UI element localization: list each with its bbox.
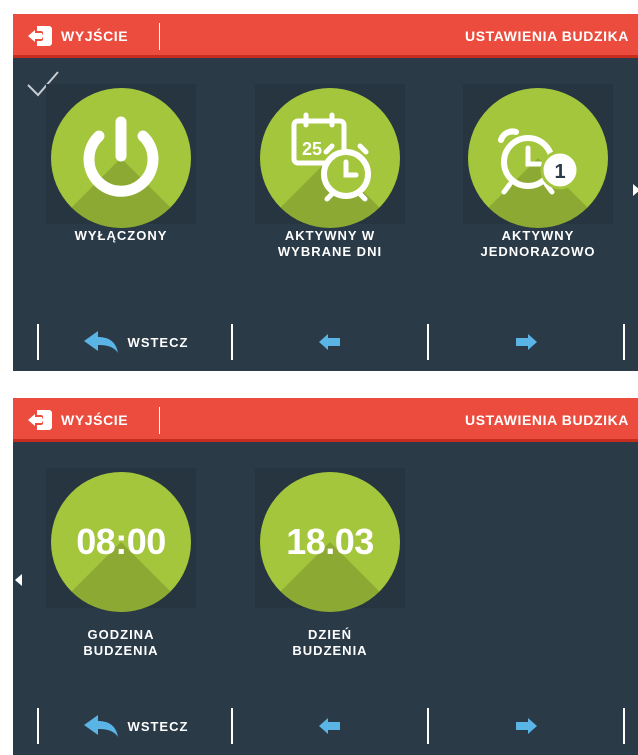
page-title: USTAWIENIA BUDZIKA — [464, 412, 629, 428]
option-tile-selected-days: 25 — [255, 84, 405, 228]
arrow-left-icon — [319, 334, 340, 350]
option-label-once: AKTYWNY JEDNORAZOWO — [480, 228, 596, 259]
back-label: WSTECZ — [127, 718, 189, 734]
alarm-settings-panel-page-2: WYJŚCIE USTAWIENIA BUDZIKA 08:00 GODZINA… — [13, 398, 638, 755]
exit-label: WYJŚCIE — [61, 28, 129, 44]
header-bar: WYJŚCIE USTAWIENIA BUDZIKA — [13, 398, 638, 442]
exit-button[interactable]: WYJŚCIE — [27, 398, 128, 442]
alarm-off-button[interactable] — [51, 88, 191, 228]
page-title: USTAWIENIA BUDZIKA — [464, 28, 629, 44]
footer-divider — [37, 708, 39, 744]
next-button[interactable] — [429, 324, 623, 360]
next-button[interactable] — [429, 708, 623, 744]
calendar-day: 25 — [302, 139, 322, 159]
exit-icon — [28, 410, 52, 430]
once-badge: 1 — [554, 161, 565, 183]
option-tile-wake-time: 08:00 — [46, 468, 196, 612]
back-button[interactable]: WSTECZ — [40, 708, 230, 744]
option-tile-once: 1 — [463, 84, 613, 228]
alarm-settings-panel-page-1: WYJŚCIE USTAWIENIA BUDZIKA WYŁĄCZONY 25 … — [13, 14, 638, 371]
calendar-alarm-icon: 25 — [291, 112, 371, 202]
footer-divider — [623, 708, 625, 744]
arrow-right-icon — [516, 718, 537, 734]
option-label-selected-days: AKTYWNY W WYBRANE DNI — [277, 228, 383, 259]
option-tile-off — [46, 84, 196, 228]
alarm-once-icon: 1 — [498, 128, 580, 195]
exit-icon — [28, 26, 52, 46]
wake-time-button[interactable]: 08:00 — [51, 472, 191, 612]
footer-divider — [37, 324, 39, 360]
back-arrow-icon — [83, 715, 118, 737]
power-icon — [83, 116, 159, 197]
option-label-wake-day: DZIEŃ BUDZENIA — [292, 627, 368, 658]
exit-button[interactable]: WYJŚCIE — [27, 14, 128, 58]
back-label: WSTECZ — [127, 334, 189, 350]
alarm-once-button[interactable]: 1 — [468, 88, 608, 228]
previous-button[interactable] — [233, 324, 427, 360]
arrow-left-icon — [319, 718, 340, 734]
exit-label: WYJŚCIE — [61, 412, 129, 428]
back-arrow-icon — [83, 331, 118, 353]
option-label-off: WYŁĄCZONY — [74, 228, 168, 243]
wake-time-value: 08:00 — [76, 521, 166, 562]
footer-divider — [623, 324, 625, 360]
scroll-left-icon[interactable] — [15, 574, 22, 586]
wake-day-value: 18.03 — [286, 521, 374, 562]
header-bar: WYJŚCIE USTAWIENIA BUDZIKA — [13, 14, 638, 58]
option-tile-wake-day: 18.03 — [255, 468, 405, 612]
back-button[interactable]: WSTECZ — [40, 324, 230, 360]
alarm-selected-days-button[interactable]: 25 — [260, 88, 400, 228]
wake-day-button[interactable]: 18.03 — [260, 472, 400, 612]
previous-button[interactable] — [233, 708, 427, 744]
header-divider — [159, 23, 160, 50]
header-divider — [159, 407, 160, 434]
arrow-right-icon — [516, 334, 537, 350]
scroll-right-icon[interactable] — [633, 184, 638, 196]
option-label-wake-time: GODZINA BUDZENIA — [83, 627, 159, 658]
